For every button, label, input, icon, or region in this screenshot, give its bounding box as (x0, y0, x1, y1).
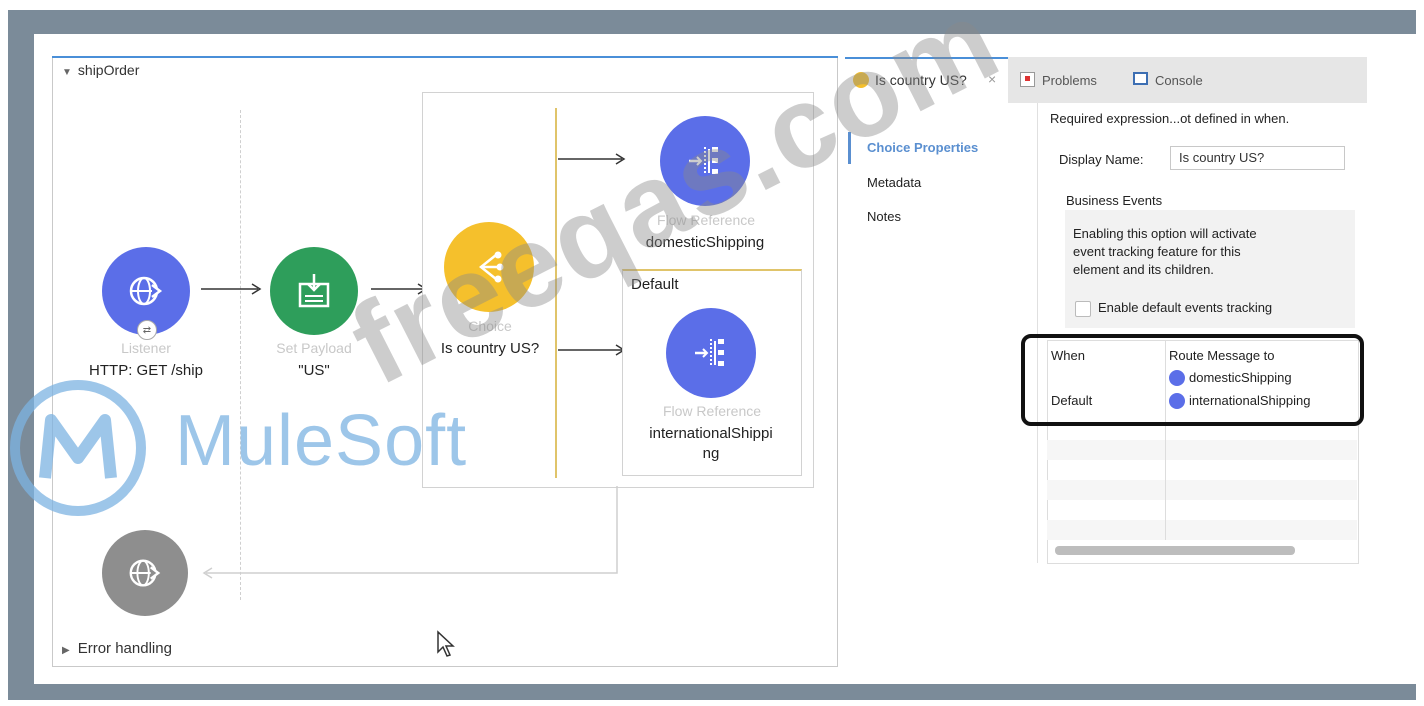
source-badge-icon: ⇄ (137, 320, 157, 340)
expand-triangle-icon[interactable]: ▶ (62, 645, 70, 656)
mulesoft-m-icon (39, 414, 117, 479)
mulesoft-watermark: MuleSoft (175, 401, 468, 481)
side-nav-notes[interactable]: Notes (867, 209, 901, 224)
flow-reference-international-type: Flow Reference (662, 403, 762, 419)
panel-divider (1037, 103, 1038, 563)
mouse-cursor-icon (437, 630, 455, 657)
business-events-title: Business Events (1066, 193, 1163, 208)
table-horizontal-scrollbar[interactable] (1055, 546, 1295, 555)
tab-console[interactable]: Console (1155, 73, 1203, 88)
enable-tracking-label: Enable default events tracking (1098, 300, 1273, 315)
mulesoft-logo-icon (10, 380, 146, 516)
console-icon (1133, 72, 1148, 85)
business-events-desc-3: element and its children. (1073, 262, 1214, 277)
business-events-desc-1: Enabling this option will activate (1073, 226, 1257, 241)
side-nav-metadata[interactable]: Metadata (867, 175, 921, 190)
table-empty-row (1047, 520, 1357, 540)
table-empty-row (1047, 480, 1357, 500)
flow-reference-icon (695, 339, 724, 367)
flow-header[interactable]: ▼ shipOrder (62, 62, 139, 78)
set-payload-label: "US" (298, 362, 330, 379)
set-payload-icon (298, 274, 330, 308)
listener-label: HTTP: GET /ship (89, 362, 203, 379)
arrow-default-route (558, 344, 626, 356)
globe-icon (129, 559, 161, 587)
enable-tracking-checkbox[interactable] (1075, 301, 1091, 317)
listener-type: Listener (121, 340, 171, 356)
canvas-accent-line (52, 56, 838, 58)
table-empty-row (1047, 440, 1357, 460)
flow-reference-international-label-2: ng (702, 445, 720, 462)
display-name-input[interactable]: Is country US? (1170, 146, 1345, 170)
globe-icon (129, 276, 163, 306)
collapse-triangle-icon[interactable]: ▼ (62, 67, 72, 78)
arrow-listener-payload (201, 283, 262, 295)
problems-icon (1020, 72, 1035, 87)
flow-reference-international-node[interactable] (666, 308, 756, 398)
business-events-desc-2: event tracking feature for this (1073, 244, 1241, 259)
response-node[interactable] (102, 530, 188, 616)
validation-warning: Required expression...ot defined in when… (1050, 111, 1290, 126)
error-handling-label: Error handling (77, 640, 172, 657)
return-line (202, 486, 618, 579)
display-name-label: Display Name: (1059, 152, 1144, 167)
routes-highlight-box (1021, 334, 1364, 426)
error-handling-section[interactable]: ▶ Error handling (62, 640, 172, 657)
flow-name: shipOrder (77, 62, 140, 78)
tab-problems[interactable]: Problems (1042, 73, 1097, 88)
flow-reference-international-label-1: internationalShippi (649, 425, 773, 442)
